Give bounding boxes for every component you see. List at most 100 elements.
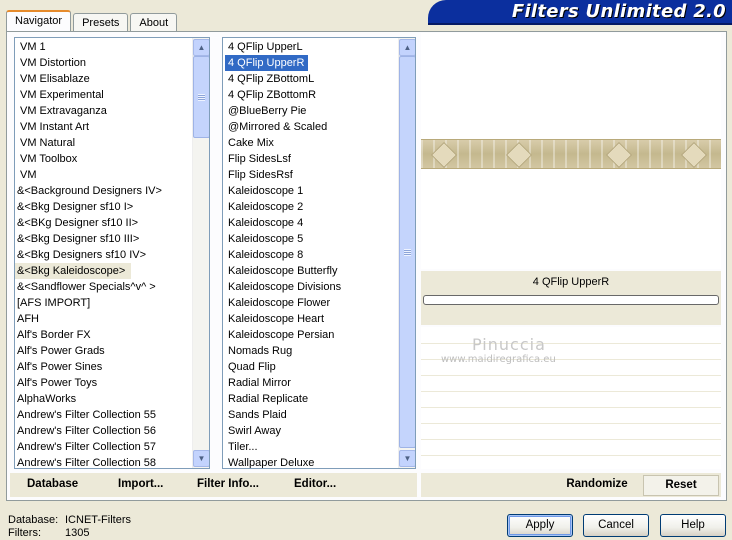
tab-navigator[interactable]: Navigator <box>6 10 72 32</box>
filter-item-label: Nomads Rug <box>228 345 293 357</box>
progress-bar <box>423 295 719 305</box>
category-item[interactable]: &<Sandflower Specials^v^ > <box>15 279 162 295</box>
category-listbox[interactable]: VM 1 VM Distortion VM Elisablaze VM Experim… <box>14 37 210 469</box>
filter-item[interactable]: Kaleidoscope 2 <box>225 199 341 215</box>
filter-item[interactable]: Quad Flip <box>225 359 341 375</box>
filter-item[interactable]: Kaleidoscope Heart <box>225 311 341 327</box>
filter-item[interactable]: Kaleidoscope 4 <box>225 215 341 231</box>
divider <box>421 375 721 376</box>
preview-toolbar: Randomize Reset <box>421 473 721 497</box>
import-button[interactable]: Import... <box>118 478 163 490</box>
divider <box>421 455 721 456</box>
reset-button[interactable]: Reset <box>643 475 719 496</box>
tab-presets[interactable]: Presets <box>73 13 129 32</box>
grip-icon <box>404 248 411 256</box>
filter-item[interactable]: @BlueBerry Pie <box>225 103 341 119</box>
category-item-label: &<Bkg Kaleidoscope> <box>15 263 132 279</box>
filter-item[interactable]: Kaleidoscope Butterfly <box>225 263 341 279</box>
filter-item-label: Kaleidoscope 1 <box>228 185 304 197</box>
randomize-button[interactable]: Randomize <box>557 475 637 496</box>
filter-scrollbar[interactable]: ▲ ▼ <box>398 38 415 468</box>
filter-item[interactable]: Kaleidoscope 8 <box>225 247 341 263</box>
filter-item[interactable]: Radial Replicate <box>225 391 341 407</box>
scroll-thumb[interactable] <box>193 56 209 138</box>
category-item[interactable]: &<Bkg Designer sf10 III> <box>15 231 162 247</box>
category-item[interactable]: VM <box>17 167 162 183</box>
category-item[interactable]: Alf's Power Grads <box>15 343 162 359</box>
filter-item[interactable]: 4 QFlip ZBottomL <box>225 71 341 87</box>
category-item[interactable]: Alf's Border FX <box>15 327 162 343</box>
scroll-thumb[interactable] <box>399 56 415 448</box>
category-item[interactable]: [AFS IMPORT] <box>15 295 162 311</box>
filter-item[interactable]: @Mirrored & Scaled <box>225 119 341 135</box>
apply-button[interactable]: Apply <box>507 514 573 537</box>
category-item[interactable]: VM Natural <box>17 135 162 151</box>
filter-item-label: Flip SidesLsf <box>228 153 291 165</box>
filter-item[interactable]: 4 QFlip UpperL <box>225 39 341 55</box>
filter-item[interactable]: Kaleidoscope 1 <box>225 183 341 199</box>
scroll-down-button[interactable]: ▼ <box>193 450 209 467</box>
pattern-diamond <box>506 142 532 168</box>
category-item[interactable]: VM Experimental <box>17 87 162 103</box>
category-item[interactable]: VM Distortion <box>17 55 162 71</box>
filter-item[interactable]: 4 QFlip UpperR <box>225 55 341 71</box>
category-item[interactable]: &<BKg Designer sf10 II> <box>15 215 162 231</box>
filter-item[interactable]: Kaleidoscope Persian <box>225 327 341 343</box>
divider <box>421 439 721 440</box>
filter-item[interactable]: Kaleidoscope 5 <box>225 231 341 247</box>
scroll-up-button[interactable]: ▲ <box>399 39 415 56</box>
category-item[interactable]: VM Instant Art <box>17 119 162 135</box>
category-scrollbar[interactable]: ▲ ▼ <box>192 38 209 468</box>
filter-listbox[interactable]: 4 QFlip UpperL 4 QFlip UpperR 4 QFlip ZBot… <box>222 37 416 469</box>
filter-item[interactable]: Kaleidoscope Flower <box>225 295 341 311</box>
category-item[interactable]: VM Extravaganza <box>17 103 162 119</box>
category-item[interactable]: &<Bkg Kaleidoscope> <box>15 263 162 279</box>
category-item-label: VM Distortion <box>20 57 87 69</box>
divider <box>421 407 721 408</box>
category-item[interactable]: Andrew's Filter Collection 57 <box>15 439 162 455</box>
filter-item[interactable]: Tiler... <box>225 439 341 455</box>
database-button[interactable]: Database <box>27 478 78 490</box>
category-item[interactable]: VM Elisablaze <box>17 71 162 87</box>
category-item-label: VM Extravaganza <box>20 105 107 117</box>
category-item[interactable]: Alf's Power Toys <box>15 375 162 391</box>
category-item[interactable]: Andrew's Filter Collection 55 <box>15 407 162 423</box>
category-item[interactable]: Alf's Power Sines <box>15 359 162 375</box>
category-item[interactable]: &<Bkg Designer sf10 I> <box>15 199 162 215</box>
filter-item[interactable]: 4 QFlip ZBottomR <box>225 87 341 103</box>
filter-list: 4 QFlip UpperL 4 QFlip UpperR 4 QFlip ZBot… <box>225 39 341 468</box>
filter-item[interactable]: Kaleidoscope Divisions <box>225 279 341 295</box>
title-banner: Filters Unlimited 2.0 <box>428 0 732 25</box>
filter-item[interactable]: Flip SidesLsf <box>225 151 341 167</box>
filter-item[interactable]: Flip SidesRsf <box>225 167 341 183</box>
filter-item-label: Kaleidoscope 8 <box>228 249 304 261</box>
filter-item[interactable]: Nomads Rug <box>225 343 341 359</box>
category-item[interactable]: &<Bkg Designers sf10 IV> <box>15 247 162 263</box>
category-item[interactable]: AFH <box>15 311 162 327</box>
filter-item[interactable]: Radial Mirror <box>225 375 341 391</box>
filter-item[interactable]: Wallpaper Deluxe <box>225 455 341 468</box>
filter-item[interactable]: Sands Plaid <box>225 407 341 423</box>
category-item[interactable]: Andrew's Filter Collection 56 <box>15 423 162 439</box>
editor-button[interactable]: Editor... <box>294 478 336 490</box>
category-item[interactable]: AlphaWorks <box>15 391 162 407</box>
filter-item-label: Tiler... <box>228 441 258 453</box>
filter-item[interactable]: Swirl Away <box>225 423 341 439</box>
category-item[interactable]: VM 1 <box>17 39 162 55</box>
filter-item-label: Kaleidoscope Flower <box>228 297 331 309</box>
help-button[interactable]: Help <box>660 514 726 537</box>
filter-item-label: Kaleidoscope 5 <box>228 233 304 245</box>
category-item[interactable]: Andrew's Filter Collection 58 <box>15 455 162 468</box>
scroll-down-button[interactable]: ▼ <box>399 450 415 467</box>
filter-info-button[interactable]: Filter Info... <box>197 478 259 490</box>
category-item[interactable]: &<Background Designers IV> <box>15 183 162 199</box>
category-item[interactable]: VM Toolbox <box>17 151 162 167</box>
cancel-button[interactable]: Cancel <box>583 514 649 537</box>
scroll-up-button[interactable]: ▲ <box>193 39 209 56</box>
filter-item-label: Swirl Away <box>228 425 281 437</box>
category-item-label: VM Toolbox <box>20 153 78 165</box>
category-item-label: VM 1 <box>20 41 46 53</box>
filter-item[interactable]: Cake Mix <box>225 135 341 151</box>
tab-about[interactable]: About <box>130 13 178 32</box>
divider <box>421 423 721 424</box>
